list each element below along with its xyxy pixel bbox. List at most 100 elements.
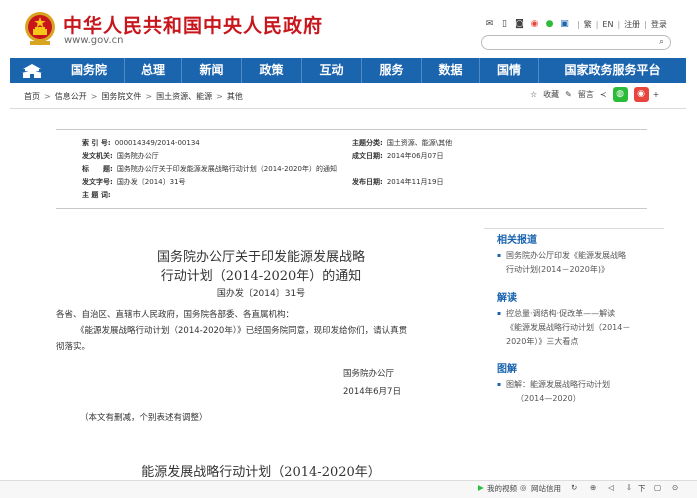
browser-status-bar: ▶ 我的视频 ◎ 网站信用 ↻ ⊕ ◁ ⇩ 下 ▢ ⊙ xyxy=(0,480,697,498)
issuer-label: 发文机关: xyxy=(82,152,113,160)
graphic-item-line1: 图解：能源发展战略行动计划 xyxy=(506,380,610,389)
graphic-heading: 图解 xyxy=(497,364,517,375)
nav-item-premier[interactable]: 总理 xyxy=(124,58,181,83)
interpret-item[interactable]: 控总量·调结构·促改革——解读 《能源发展战略行动计划（2014－ 2020年）… xyxy=(497,307,630,349)
star-icon[interactable]: ☆ xyxy=(530,90,537,99)
share-icon[interactable]: ≺ xyxy=(600,90,607,99)
more-share-icon[interactable]: + xyxy=(653,90,660,99)
chevron-right-icon: > xyxy=(216,92,223,101)
breadcrumb-other[interactable]: 其他 xyxy=(227,92,243,101)
chevron-right-icon: > xyxy=(145,92,153,101)
weibo-icon[interactable]: ◉ xyxy=(529,19,540,30)
interpret-heading: 解读 xyxy=(497,293,517,304)
breadcrumb-land-energy[interactable]: 国土资源、能源 xyxy=(156,92,212,101)
wechat-share-icon[interactable]: ◍ xyxy=(612,87,628,102)
mobile-icon[interactable]: ▯ xyxy=(499,19,510,30)
article-signature: 国务院办公厅 xyxy=(343,369,395,379)
article-title-line2: 行动计划（2014-2020年）的通知 xyxy=(160,269,362,284)
nav-item-services[interactable]: 服务 xyxy=(361,58,421,83)
english-link[interactable]: EN xyxy=(602,20,613,29)
header-divider xyxy=(10,108,686,109)
tiananmen-icon xyxy=(22,63,42,78)
favorite-link[interactable]: 收藏 xyxy=(543,89,559,100)
share-tools: ☆ 收藏 ✎ 留言 ≺ ◍ ◉ + xyxy=(530,87,665,102)
category-label: 主题分类: xyxy=(352,139,383,147)
search-input[interactable]: ⌕ xyxy=(481,35,671,50)
graphic-item-line2: （2014—2020） xyxy=(516,394,581,403)
sound-icon[interactable]: ◁ xyxy=(608,483,614,492)
site-credit-link[interactable]: 网站信用 xyxy=(531,483,561,494)
nav-item-data[interactable]: 数据 xyxy=(421,58,479,83)
site-url: www.gov.cn xyxy=(64,35,124,46)
message-icon[interactable]: ◙ xyxy=(514,19,525,30)
title-label: 标 题: xyxy=(82,165,113,173)
doc-number-label: 发文字号: xyxy=(82,178,113,186)
register-link[interactable]: 注册 xyxy=(624,19,640,30)
wechat-icon[interactable]: ● xyxy=(544,19,555,30)
chevron-right-icon: > xyxy=(44,92,51,101)
breadcrumb-info-disclosure[interactable]: 信息公开 xyxy=(55,92,87,101)
article-note: （本文有删减，个别表述有调整） xyxy=(80,413,208,423)
article-body-line2: 彻落实。 xyxy=(56,342,91,352)
globe-icon[interactable]: ⊕ xyxy=(590,483,596,492)
download-link[interactable]: 下 xyxy=(638,483,646,494)
breadcrumb-state-council-docs[interactable]: 国务院文件 xyxy=(101,92,141,101)
article-body-line1: 《能源发展战略行动计划（2014-2020年）》已经国务院同意，现印发给你们，请… xyxy=(76,326,408,336)
title-value: 国务院办公厅关于印发能源发展战略行动计划（2014-2020年）的通知 xyxy=(116,165,337,173)
comment-link[interactable]: 留言 xyxy=(578,89,594,100)
issuer-value: 国务院办公厅 xyxy=(116,152,159,160)
related-item-line2: 行动计划(2014－2020年)》 xyxy=(506,265,609,274)
zoom-icon[interactable]: ⊙ xyxy=(672,483,678,492)
keyword-label: 主 题 词: xyxy=(82,191,111,199)
index-label: 索 引 号: xyxy=(82,139,111,147)
interpret-item-line2: 《能源发展战略行动计划（2014－ xyxy=(506,323,631,332)
article-doc-number: 国办发〔2014〕31号 xyxy=(216,289,306,299)
expand-icon[interactable]: ▢ xyxy=(654,483,661,492)
written-date-label: 成文日期: xyxy=(352,152,383,160)
my-video-link[interactable]: 我的视频 xyxy=(487,483,517,494)
related-heading: 相关报道 xyxy=(497,235,537,246)
top-links: ✉ ▯ ◙ ◉ ● ▣ | 繁 | EN | 注册 | 登录 xyxy=(484,18,667,30)
doc-number-value: 国办发〔2014〕31号 xyxy=(116,178,186,186)
refresh-icon[interactable]: ↻ xyxy=(571,483,577,492)
plan-title: 能源发展战略行动计划（2014-2020年） xyxy=(141,465,381,480)
nav-item-state-council[interactable]: 国务院 xyxy=(54,58,124,83)
breadcrumb-home[interactable]: 首页 xyxy=(24,92,40,101)
category-value: 国土资源、能源\其他 xyxy=(386,139,453,147)
nav-home[interactable] xyxy=(10,58,54,83)
written-date-value: 2014年06月07日 xyxy=(386,152,444,160)
nav-item-service-platform[interactable]: 国家政务服务平台 xyxy=(538,58,686,83)
document-metadata: 索 引 号: 000014349/2014-00134 主题分类: 国土资源、能源\… xyxy=(56,129,647,209)
mail-icon[interactable]: ✉ xyxy=(484,19,495,30)
chevron-right-icon: > xyxy=(90,92,98,101)
play-icon[interactable]: ▶ xyxy=(478,483,484,492)
pencil-icon[interactable]: ✎ xyxy=(565,90,572,99)
weibo-share-icon[interactable]: ◉ xyxy=(633,87,649,102)
publish-date-value: 2014年11月19日 xyxy=(386,178,444,186)
nav-item-policy[interactable]: 政策 xyxy=(241,58,301,83)
sidebar-divider xyxy=(484,228,664,229)
nav-item-national-info[interactable]: 国情 xyxy=(479,58,538,83)
main-nav: 国务院 总理 新闻 政策 互动 服务 数据 国情 国家政务服务平台 xyxy=(10,58,686,83)
graphic-item[interactable]: 图解：能源发展战略行动计划 （2014—2020） xyxy=(497,378,610,406)
site-header: 中华人民共和国中央人民政府 www.gov.cn ✉ ▯ ◙ ◉ ● ▣ | 繁… xyxy=(0,0,697,58)
interpret-item-line1: 控总量·调结构·促改革——解读 xyxy=(506,309,616,318)
related-item[interactable]: 国务院办公厅印发《能源发展战略 行动计划(2014－2020年)》 xyxy=(497,249,626,277)
nav-item-news[interactable]: 新闻 xyxy=(181,58,241,83)
nav-item-interaction[interactable]: 互动 xyxy=(301,58,361,83)
shield-icon[interactable]: ◎ xyxy=(520,483,527,492)
publish-date-label: 发布日期: xyxy=(352,178,383,186)
search-icon[interactable]: ⌕ xyxy=(659,37,664,47)
breadcrumb: 首页 > 信息公开 > 国务院文件 > 国土资源、能源 > 其他 xyxy=(24,91,243,102)
download-icon[interactable]: ⇩ xyxy=(626,483,632,492)
interpret-item-line3: 2020年）》三大看点 xyxy=(506,337,579,346)
national-emblem-icon[interactable] xyxy=(24,10,56,46)
site-title[interactable]: 中华人民共和国中央人民政府 xyxy=(63,11,323,38)
article-date: 2014年6月7日 xyxy=(343,387,401,397)
article-title-line1: 国务院办公厅关于印发能源发展战略 xyxy=(156,250,365,265)
related-item-line1: 国务院办公厅印发《能源发展战略 xyxy=(506,251,626,260)
index-value: 000014349/2014-00134 xyxy=(114,139,200,147)
login-link[interactable]: 登录 xyxy=(651,19,667,30)
gov-icon[interactable]: ▣ xyxy=(559,19,570,30)
traditional-chinese-link[interactable]: 繁 xyxy=(584,19,592,30)
